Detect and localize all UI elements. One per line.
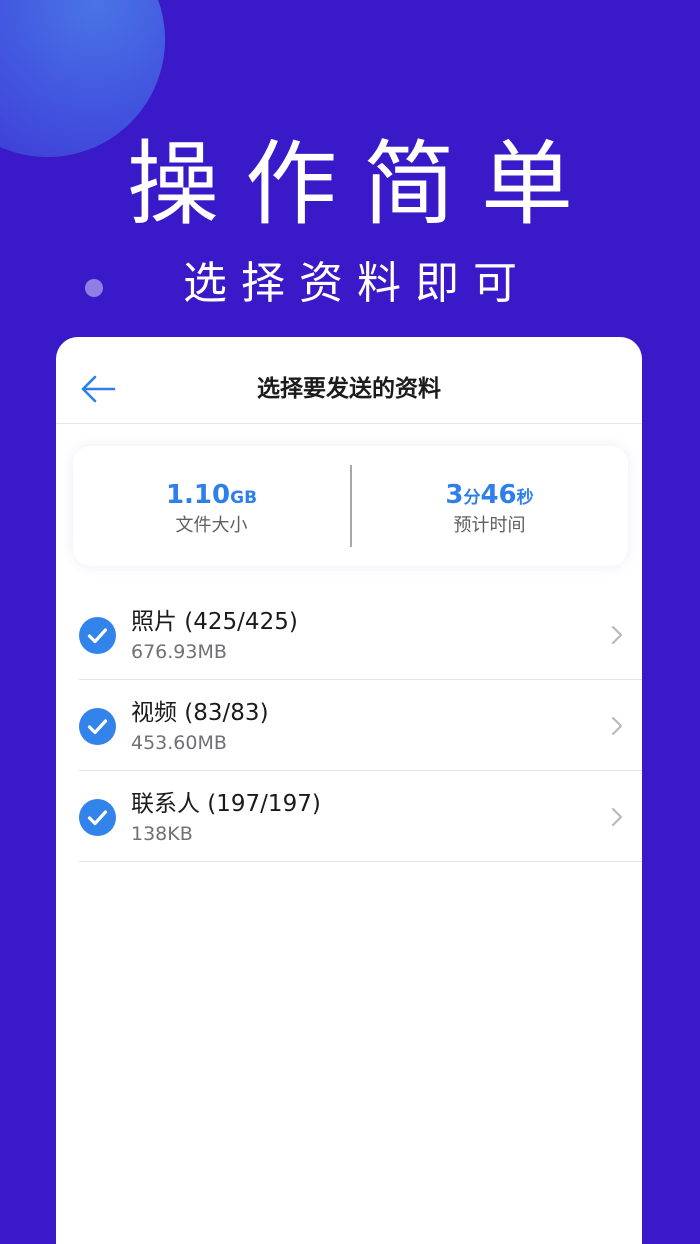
time-minutes: 3 [445, 480, 464, 510]
file-size-unit: GB [230, 488, 258, 508]
item-size: 453.60MB [131, 732, 227, 754]
checkbox-checked[interactable] [79, 708, 116, 745]
list-item-photos[interactable]: 照片 (425/425) 676.93MB [79, 589, 642, 680]
file-size-label: 文件大小 [175, 515, 248, 536]
time-seconds-unit: 秒 [516, 488, 534, 508]
item-title: 照片 (425/425) [131, 609, 298, 635]
item-size: 138KB [131, 823, 193, 845]
file-size-number: 1.10 [165, 480, 231, 510]
time-minutes-unit: 分 [463, 488, 481, 508]
estimated-time-label: 预计时间 [453, 515, 526, 536]
chevron-right-icon [611, 807, 623, 827]
chevron-right-icon [611, 716, 623, 736]
check-icon [87, 719, 108, 735]
file-size-value: 1.10GB [73, 479, 350, 514]
check-icon [87, 810, 108, 826]
estimated-time-block: 3分46秒 预计时间 [351, 446, 628, 566]
nav-bar: 选择要发送的资料 [56, 337, 642, 424]
list-item-contacts[interactable]: 联系人 (197/197) 138KB [79, 771, 642, 862]
file-size-block: 1.10GB 文件大小 [73, 446, 350, 566]
page-title: 选择要发送的资料 [257, 376, 441, 402]
item-title: 视频 (83/83) [131, 700, 269, 726]
time-seconds: 46 [480, 480, 517, 510]
hero-title: 操作简单 [126, 131, 599, 238]
chevron-right-icon [611, 625, 623, 645]
checkbox-checked[interactable] [79, 617, 116, 654]
app-screen: 操作简单 选择资料即可 选择要发送的资料 1.10GB 文件大小 3分46秒 预… [0, 0, 700, 1244]
check-icon [87, 628, 108, 644]
select-data-card: 选择要发送的资料 1.10GB 文件大小 3分46秒 预计时间 照片 (425/… [56, 337, 642, 1244]
item-size: 676.93MB [131, 641, 227, 663]
list-item-videos[interactable]: 视频 (83/83) 453.60MB [79, 680, 642, 771]
checkbox-checked[interactable] [79, 799, 116, 836]
data-category-list: 照片 (425/425) 676.93MB 视频 (83/83) 453.60M… [56, 589, 642, 862]
hero-subtitle: 选择资料即可 [183, 258, 531, 309]
transfer-summary: 1.10GB 文件大小 3分46秒 预计时间 [73, 446, 628, 566]
item-title: 联系人 (197/197) [131, 791, 321, 817]
estimated-time-value: 3分46秒 [351, 479, 628, 514]
